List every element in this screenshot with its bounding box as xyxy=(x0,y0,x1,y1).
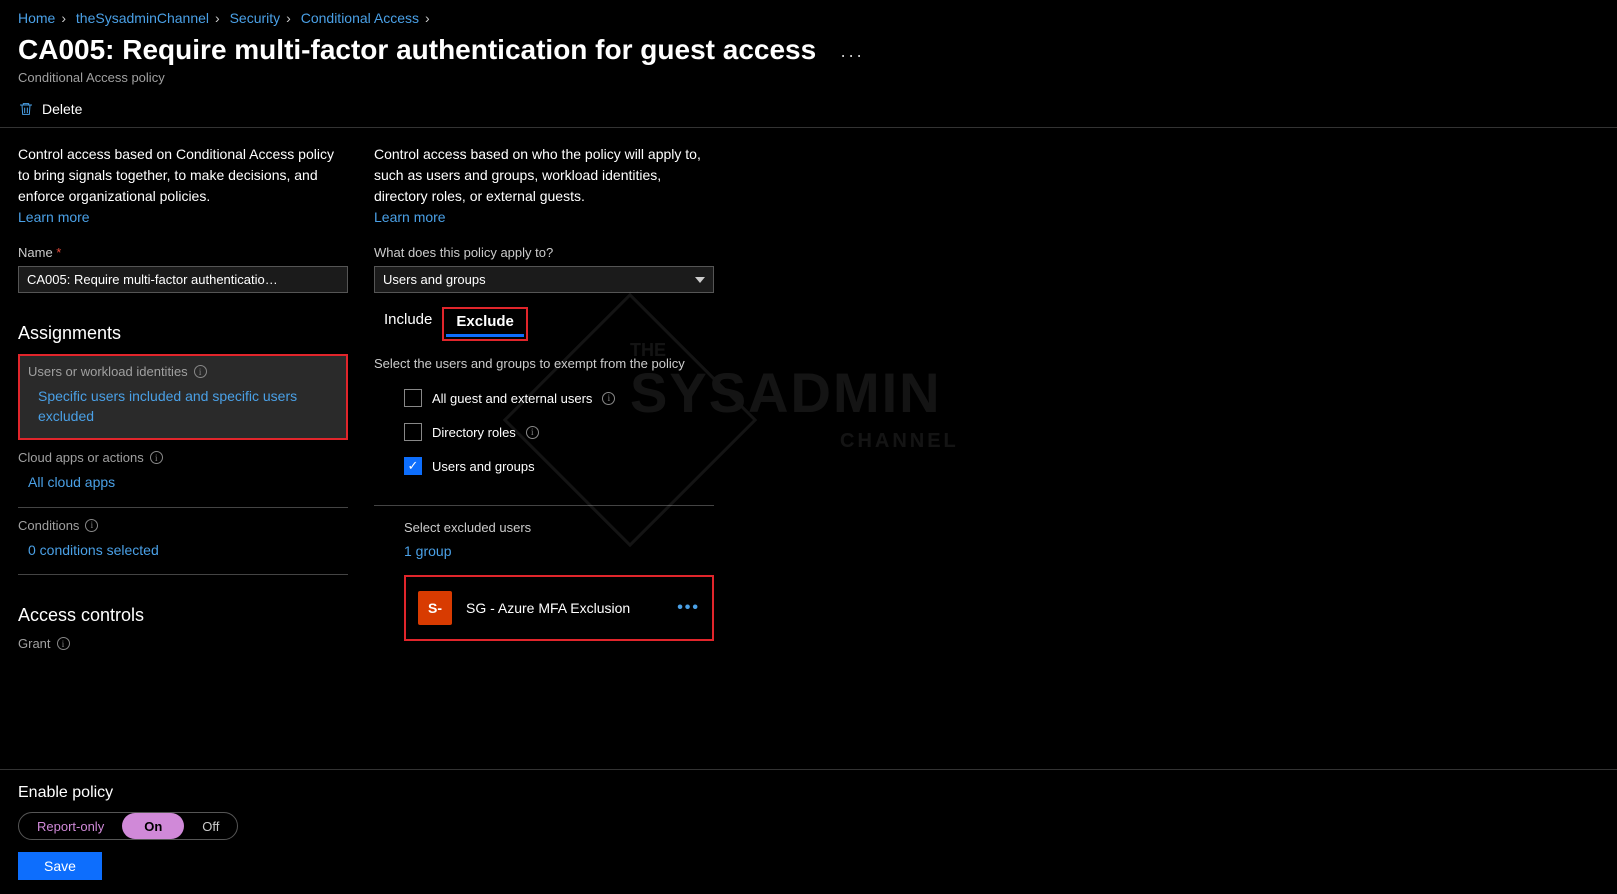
info-icon[interactable] xyxy=(194,365,207,378)
page-header: CA005: Require multi-factor authenticati… xyxy=(0,26,1617,70)
group-more-button[interactable]: ••• xyxy=(677,599,700,617)
right-column: Control access based on who the policy w… xyxy=(374,144,714,792)
chevron-down-icon xyxy=(695,277,705,283)
apply-to-select[interactable]: Users and groups xyxy=(374,266,714,293)
tab-include[interactable]: Include xyxy=(374,307,442,334)
checkbox-roles-label: Directory roles xyxy=(432,425,516,440)
right-description: Control access based on who the policy w… xyxy=(374,144,714,207)
breadcrumb-ca[interactable]: Conditional Access xyxy=(301,10,419,26)
assignments-title: Assignments xyxy=(18,323,348,344)
include-exclude-tabs: Include Exclude xyxy=(374,307,714,341)
checkbox-users-groups[interactable] xyxy=(404,457,422,475)
group-name: SG - Azure MFA Exclusion xyxy=(466,600,663,616)
assignment-apps-label: Cloud apps or actions xyxy=(18,450,144,465)
excluded-group-card[interactable]: S- SG - Azure MFA Exclusion ••• xyxy=(404,575,714,641)
breadcrumb-home[interactable]: Home xyxy=(18,10,55,26)
checkbox-roles[interactable] xyxy=(404,423,422,441)
footer: Enable policy Report-only On Off Save xyxy=(0,769,1617,894)
apply-to-value: Users and groups xyxy=(383,272,486,287)
delete-label: Delete xyxy=(42,101,82,117)
enable-policy-label: Enable policy xyxy=(18,784,1599,802)
breadcrumb-security[interactable]: Security xyxy=(230,10,281,26)
apply-to-label: What does this policy apply to? xyxy=(374,245,714,260)
checkbox-guests[interactable] xyxy=(404,389,422,407)
page-subtitle: Conditional Access policy xyxy=(0,70,1617,95)
grant-label: Grant xyxy=(18,636,51,651)
checkbox-users-label: Users and groups xyxy=(432,459,535,474)
enable-policy-toggle[interactable]: Report-only On Off xyxy=(18,812,238,840)
breadcrumb: Home theSysadminChannel Security Conditi… xyxy=(0,0,1617,26)
info-icon[interactable] xyxy=(85,519,98,532)
left-column: Control access based on Conditional Acce… xyxy=(18,144,348,792)
name-label: Name xyxy=(18,245,348,260)
toggle-off[interactable]: Off xyxy=(184,813,237,839)
assignment-users[interactable]: Users or workload identities Specific us… xyxy=(18,354,348,440)
learn-more-right[interactable]: Learn more xyxy=(374,209,446,225)
tab-exclude-label: Exclude xyxy=(446,311,524,337)
group-avatar: S- xyxy=(418,591,452,625)
tab-exclude[interactable]: Exclude xyxy=(442,307,528,341)
assignment-conditions[interactable]: Conditions 0 conditions selected xyxy=(18,508,348,576)
group-count-link[interactable]: 1 group xyxy=(404,543,451,559)
info-icon[interactable] xyxy=(57,637,70,650)
name-input[interactable]: CA005: Require multi-factor authenticati… xyxy=(18,266,348,293)
access-controls-title: Access controls xyxy=(18,605,348,626)
page-title: CA005: Require multi-factor authenticati… xyxy=(18,34,816,66)
checkbox-guests-label: All guest and external users xyxy=(432,391,592,406)
breadcrumb-tenant[interactable]: theSysadminChannel xyxy=(76,10,209,26)
info-icon[interactable] xyxy=(526,426,539,439)
assignment-apps-value[interactable]: All cloud apps xyxy=(18,473,348,493)
exclude-description: Select the users and groups to exempt fr… xyxy=(374,355,714,373)
save-button[interactable]: Save xyxy=(18,852,102,880)
assignment-users-label: Users or workload identities xyxy=(28,364,188,379)
assignment-cond-value[interactable]: 0 conditions selected xyxy=(18,541,348,561)
trash-icon xyxy=(18,101,34,117)
excluded-users-label: Select excluded users xyxy=(404,520,714,535)
assignment-apps[interactable]: Cloud apps or actions All cloud apps xyxy=(18,440,348,508)
toggle-on[interactable]: On xyxy=(122,813,184,839)
assignment-cond-label: Conditions xyxy=(18,518,79,533)
info-icon[interactable] xyxy=(150,451,163,464)
delete-button[interactable]: Delete xyxy=(18,101,82,117)
toggle-report-only[interactable]: Report-only xyxy=(19,813,122,839)
assignment-users-value[interactable]: Specific users included and specific use… xyxy=(28,387,338,426)
left-description: Control access based on Conditional Acce… xyxy=(18,144,348,207)
toolbar: Delete xyxy=(0,95,1617,128)
learn-more-left[interactable]: Learn more xyxy=(18,209,90,225)
info-icon[interactable] xyxy=(602,392,615,405)
more-button[interactable]: ··· xyxy=(840,45,864,66)
